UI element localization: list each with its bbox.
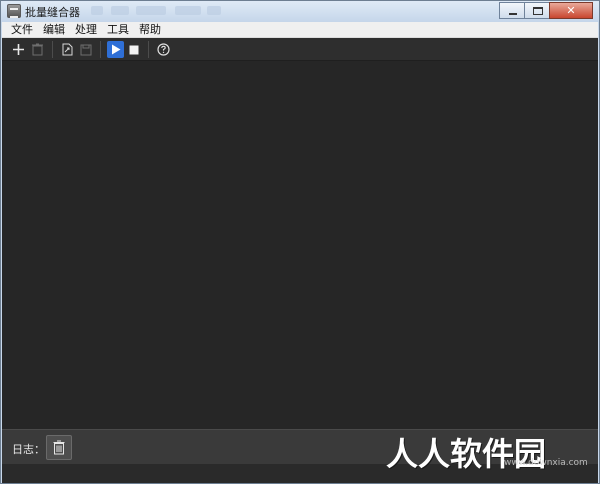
window-title: 批量缝合器 bbox=[25, 6, 80, 19]
menu-bar: 文件 编辑 处理 工具 帮助 bbox=[2, 22, 598, 38]
menu-file[interactable]: 文件 bbox=[2, 22, 38, 37]
toolbar-separator bbox=[148, 41, 149, 58]
menu-tools[interactable]: 工具 bbox=[102, 22, 134, 37]
status-bar bbox=[2, 464, 598, 483]
menu-edit[interactable]: 编辑 bbox=[38, 22, 70, 37]
add-icon bbox=[13, 44, 24, 55]
toolbar-separator bbox=[52, 41, 53, 58]
toolbar-separator bbox=[100, 41, 101, 58]
delete-icon bbox=[32, 43, 43, 56]
log-label: 日志： bbox=[12, 443, 45, 456]
minimize-icon bbox=[509, 13, 517, 15]
help-button[interactable] bbox=[155, 41, 172, 58]
close-icon: ✕ bbox=[566, 4, 576, 17]
log-panel: 日志： bbox=[2, 429, 598, 464]
menu-help[interactable]: 帮助 bbox=[134, 22, 166, 37]
close-button[interactable]: ✕ bbox=[549, 2, 593, 19]
stop-icon bbox=[129, 45, 138, 54]
toolbar bbox=[2, 38, 598, 61]
menu-process[interactable]: 处理 bbox=[70, 22, 102, 37]
workspace-area[interactable] bbox=[2, 61, 598, 429]
start-button[interactable] bbox=[107, 41, 124, 58]
add-button[interactable] bbox=[10, 41, 27, 58]
clear-log-button[interactable] bbox=[46, 435, 72, 460]
window-controls: ✕ bbox=[499, 2, 593, 20]
help-icon bbox=[157, 43, 170, 56]
maximize-icon bbox=[533, 7, 543, 15]
app-window: 批量缝合器 ✕ 文件 编辑 处理 工具 帮助 日志： 人人软件园 www.dow… bbox=[0, 0, 600, 484]
delete-button[interactable] bbox=[29, 41, 46, 58]
minimize-button[interactable] bbox=[499, 2, 525, 19]
trash-icon bbox=[53, 440, 65, 455]
title-bar[interactable]: 批量缝合器 ✕ bbox=[1, 1, 599, 22]
save-button[interactable] bbox=[77, 41, 94, 58]
open-file-button[interactable] bbox=[59, 41, 76, 58]
play-icon bbox=[111, 44, 120, 55]
open-file-icon bbox=[62, 43, 73, 56]
stop-button[interactable] bbox=[125, 41, 142, 58]
app-icon bbox=[7, 4, 21, 18]
maximize-button[interactable] bbox=[524, 2, 550, 19]
save-icon bbox=[80, 44, 91, 55]
